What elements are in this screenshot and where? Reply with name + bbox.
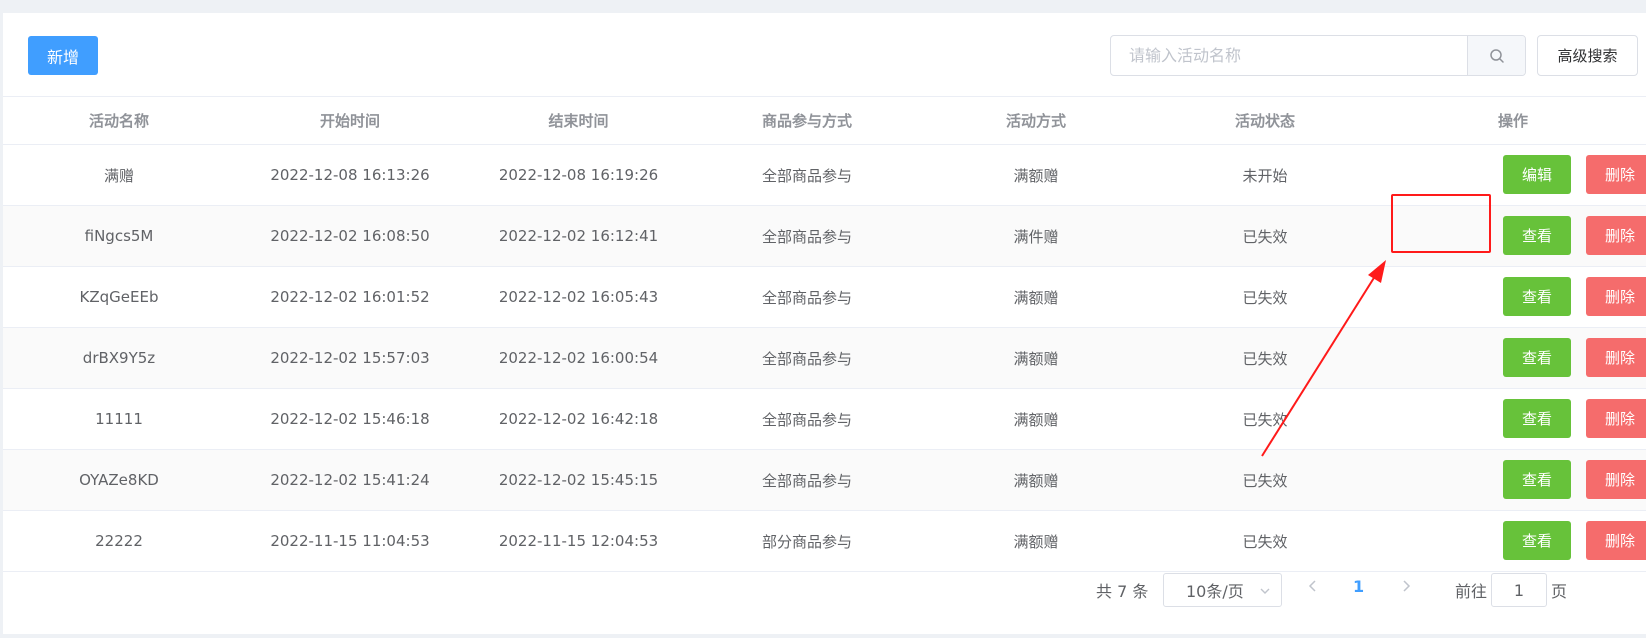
chevron-right-icon: [1403, 580, 1411, 592]
cell-mode: 满额赠: [922, 327, 1150, 389]
edit-button[interactable]: 编辑: [1503, 155, 1571, 194]
cell-name: KZqGeEEb: [3, 266, 235, 328]
view-button[interactable]: 查看: [1503, 277, 1571, 316]
cell-name: OYAZe8KD: [3, 449, 235, 511]
cell-status: 已失效: [1150, 449, 1380, 511]
table-row: OYAZe8KD 2022-12-02 15:41:24 2022-12-02 …: [3, 449, 1646, 511]
view-button[interactable]: 查看: [1503, 399, 1571, 438]
cell-end: 2022-12-02 16:00:54: [465, 327, 692, 389]
page-size-select[interactable]: 10条/页: [1163, 573, 1282, 607]
cell-name: drBX9Y5z: [3, 327, 235, 389]
chevron-left-icon: [1308, 580, 1316, 592]
cell-end: 2022-12-02 16:12:41: [465, 205, 692, 267]
cell-scope: 全部商品参与: [692, 449, 922, 511]
cell-scope: 全部商品参与: [692, 144, 922, 206]
chevron-down-icon: [1260, 588, 1270, 594]
prev-page-button[interactable]: [1306, 578, 1320, 597]
table-row: drBX9Y5z 2022-12-02 15:57:03 2022-12-02 …: [3, 327, 1646, 389]
pagination-total: 共 7 条: [1096, 582, 1149, 601]
toolbar: 新增 高级搜索: [3, 13, 1646, 96]
cell-start: 2022-12-02 15:46:18: [235, 388, 465, 450]
goto-prefix: 前往: [1455, 582, 1488, 601]
cell-status: 已失效: [1150, 327, 1380, 389]
main-panel: 新增 高级搜索 活动名称 开始时间 结束时间 商品参与方式 活动方式: [3, 13, 1646, 634]
page-size-value: 10条/页: [1186, 582, 1244, 601]
goto-suffix: 页: [1551, 582, 1568, 601]
cell-actions: 编辑 删除: [1380, 144, 1646, 206]
cell-scope: 全部商品参与: [692, 327, 922, 389]
column-header-name: 活动名称: [3, 96, 235, 145]
view-button[interactable]: 查看: [1503, 216, 1571, 255]
search-button[interactable]: [1467, 36, 1525, 75]
add-button[interactable]: 新增: [28, 36, 98, 75]
delete-button[interactable]: 删除: [1586, 399, 1646, 438]
cell-actions: 查看 删除: [1380, 205, 1646, 267]
cell-name: 11111: [3, 388, 235, 450]
delete-button[interactable]: 删除: [1586, 460, 1646, 499]
cell-end: 2022-12-02 16:05:43: [465, 266, 692, 328]
table-row: 满赠 2022-12-08 16:13:26 2022-12-08 16:19:…: [3, 144, 1646, 206]
view-button[interactable]: 查看: [1503, 338, 1571, 377]
cell-end: 2022-12-08 16:19:26: [465, 144, 692, 206]
cell-mode: 满额赠: [922, 266, 1150, 328]
delete-button[interactable]: 删除: [1586, 277, 1646, 316]
delete-button[interactable]: 删除: [1586, 216, 1646, 255]
page-number-current[interactable]: 1: [1353, 577, 1364, 596]
table-header-row: 活动名称 开始时间 结束时间 商品参与方式 活动方式 活动状态 操作: [3, 96, 1646, 145]
cell-status: 已失效: [1150, 205, 1380, 267]
activity-table: 活动名称 开始时间 结束时间 商品参与方式 活动方式 活动状态 操作 满赠 20…: [3, 96, 1646, 572]
search-box: [1110, 35, 1526, 76]
cell-end: 2022-12-02 15:45:15: [465, 449, 692, 511]
delete-button[interactable]: 删除: [1586, 338, 1646, 377]
cell-status: 未开始: [1150, 144, 1380, 206]
cell-start: 2022-12-02 15:41:24: [235, 449, 465, 511]
delete-button[interactable]: 删除: [1586, 155, 1646, 194]
column-header-start: 开始时间: [235, 96, 465, 145]
cell-mode: 满额赠: [922, 388, 1150, 450]
pagination: 共 7 条 10条/页 1 前往 页: [3, 554, 1646, 624]
column-header-mode: 活动方式: [922, 96, 1150, 145]
table-row: KZqGeEEb 2022-12-02 16:01:52 2022-12-02 …: [3, 266, 1646, 328]
cell-scope: 全部商品参与: [692, 388, 922, 450]
cell-name: fiNgcs5M: [3, 205, 235, 267]
next-page-button[interactable]: [1399, 578, 1413, 597]
table-row: 11111 2022-12-02 15:46:18 2022-12-02 16:…: [3, 388, 1646, 450]
cell-name: 满赠: [3, 144, 235, 206]
advanced-search-button[interactable]: 高级搜索: [1537, 35, 1638, 76]
cell-mode: 满额赠: [922, 144, 1150, 206]
cell-scope: 全部商品参与: [692, 205, 922, 267]
column-header-scope: 商品参与方式: [692, 96, 922, 145]
search-icon: [1489, 48, 1504, 63]
column-header-status: 活动状态: [1150, 96, 1380, 145]
cell-actions: 查看 删除: [1380, 449, 1646, 511]
cell-actions: 查看 删除: [1380, 388, 1646, 450]
cell-start: 2022-12-02 15:57:03: [235, 327, 465, 389]
cell-mode: 满件赠: [922, 205, 1150, 267]
table-row: fiNgcs5M 2022-12-02 16:08:50 2022-12-02 …: [3, 205, 1646, 267]
column-header-actions: 操作: [1380, 96, 1646, 145]
goto-page-input[interactable]: [1491, 573, 1547, 607]
cell-start: 2022-12-08 16:13:26: [235, 144, 465, 206]
cell-status: 已失效: [1150, 266, 1380, 328]
search-input[interactable]: [1111, 36, 1467, 75]
cell-actions: 查看 删除: [1380, 327, 1646, 389]
cell-mode: 满额赠: [922, 449, 1150, 511]
cell-scope: 全部商品参与: [692, 266, 922, 328]
cell-status: 已失效: [1150, 388, 1380, 450]
cell-end: 2022-12-02 16:42:18: [465, 388, 692, 450]
cell-actions: 查看 删除: [1380, 266, 1646, 328]
cell-start: 2022-12-02 16:01:52: [235, 266, 465, 328]
column-header-end: 结束时间: [465, 96, 692, 145]
view-button[interactable]: 查看: [1503, 460, 1571, 499]
cell-start: 2022-12-02 16:08:50: [235, 205, 465, 267]
